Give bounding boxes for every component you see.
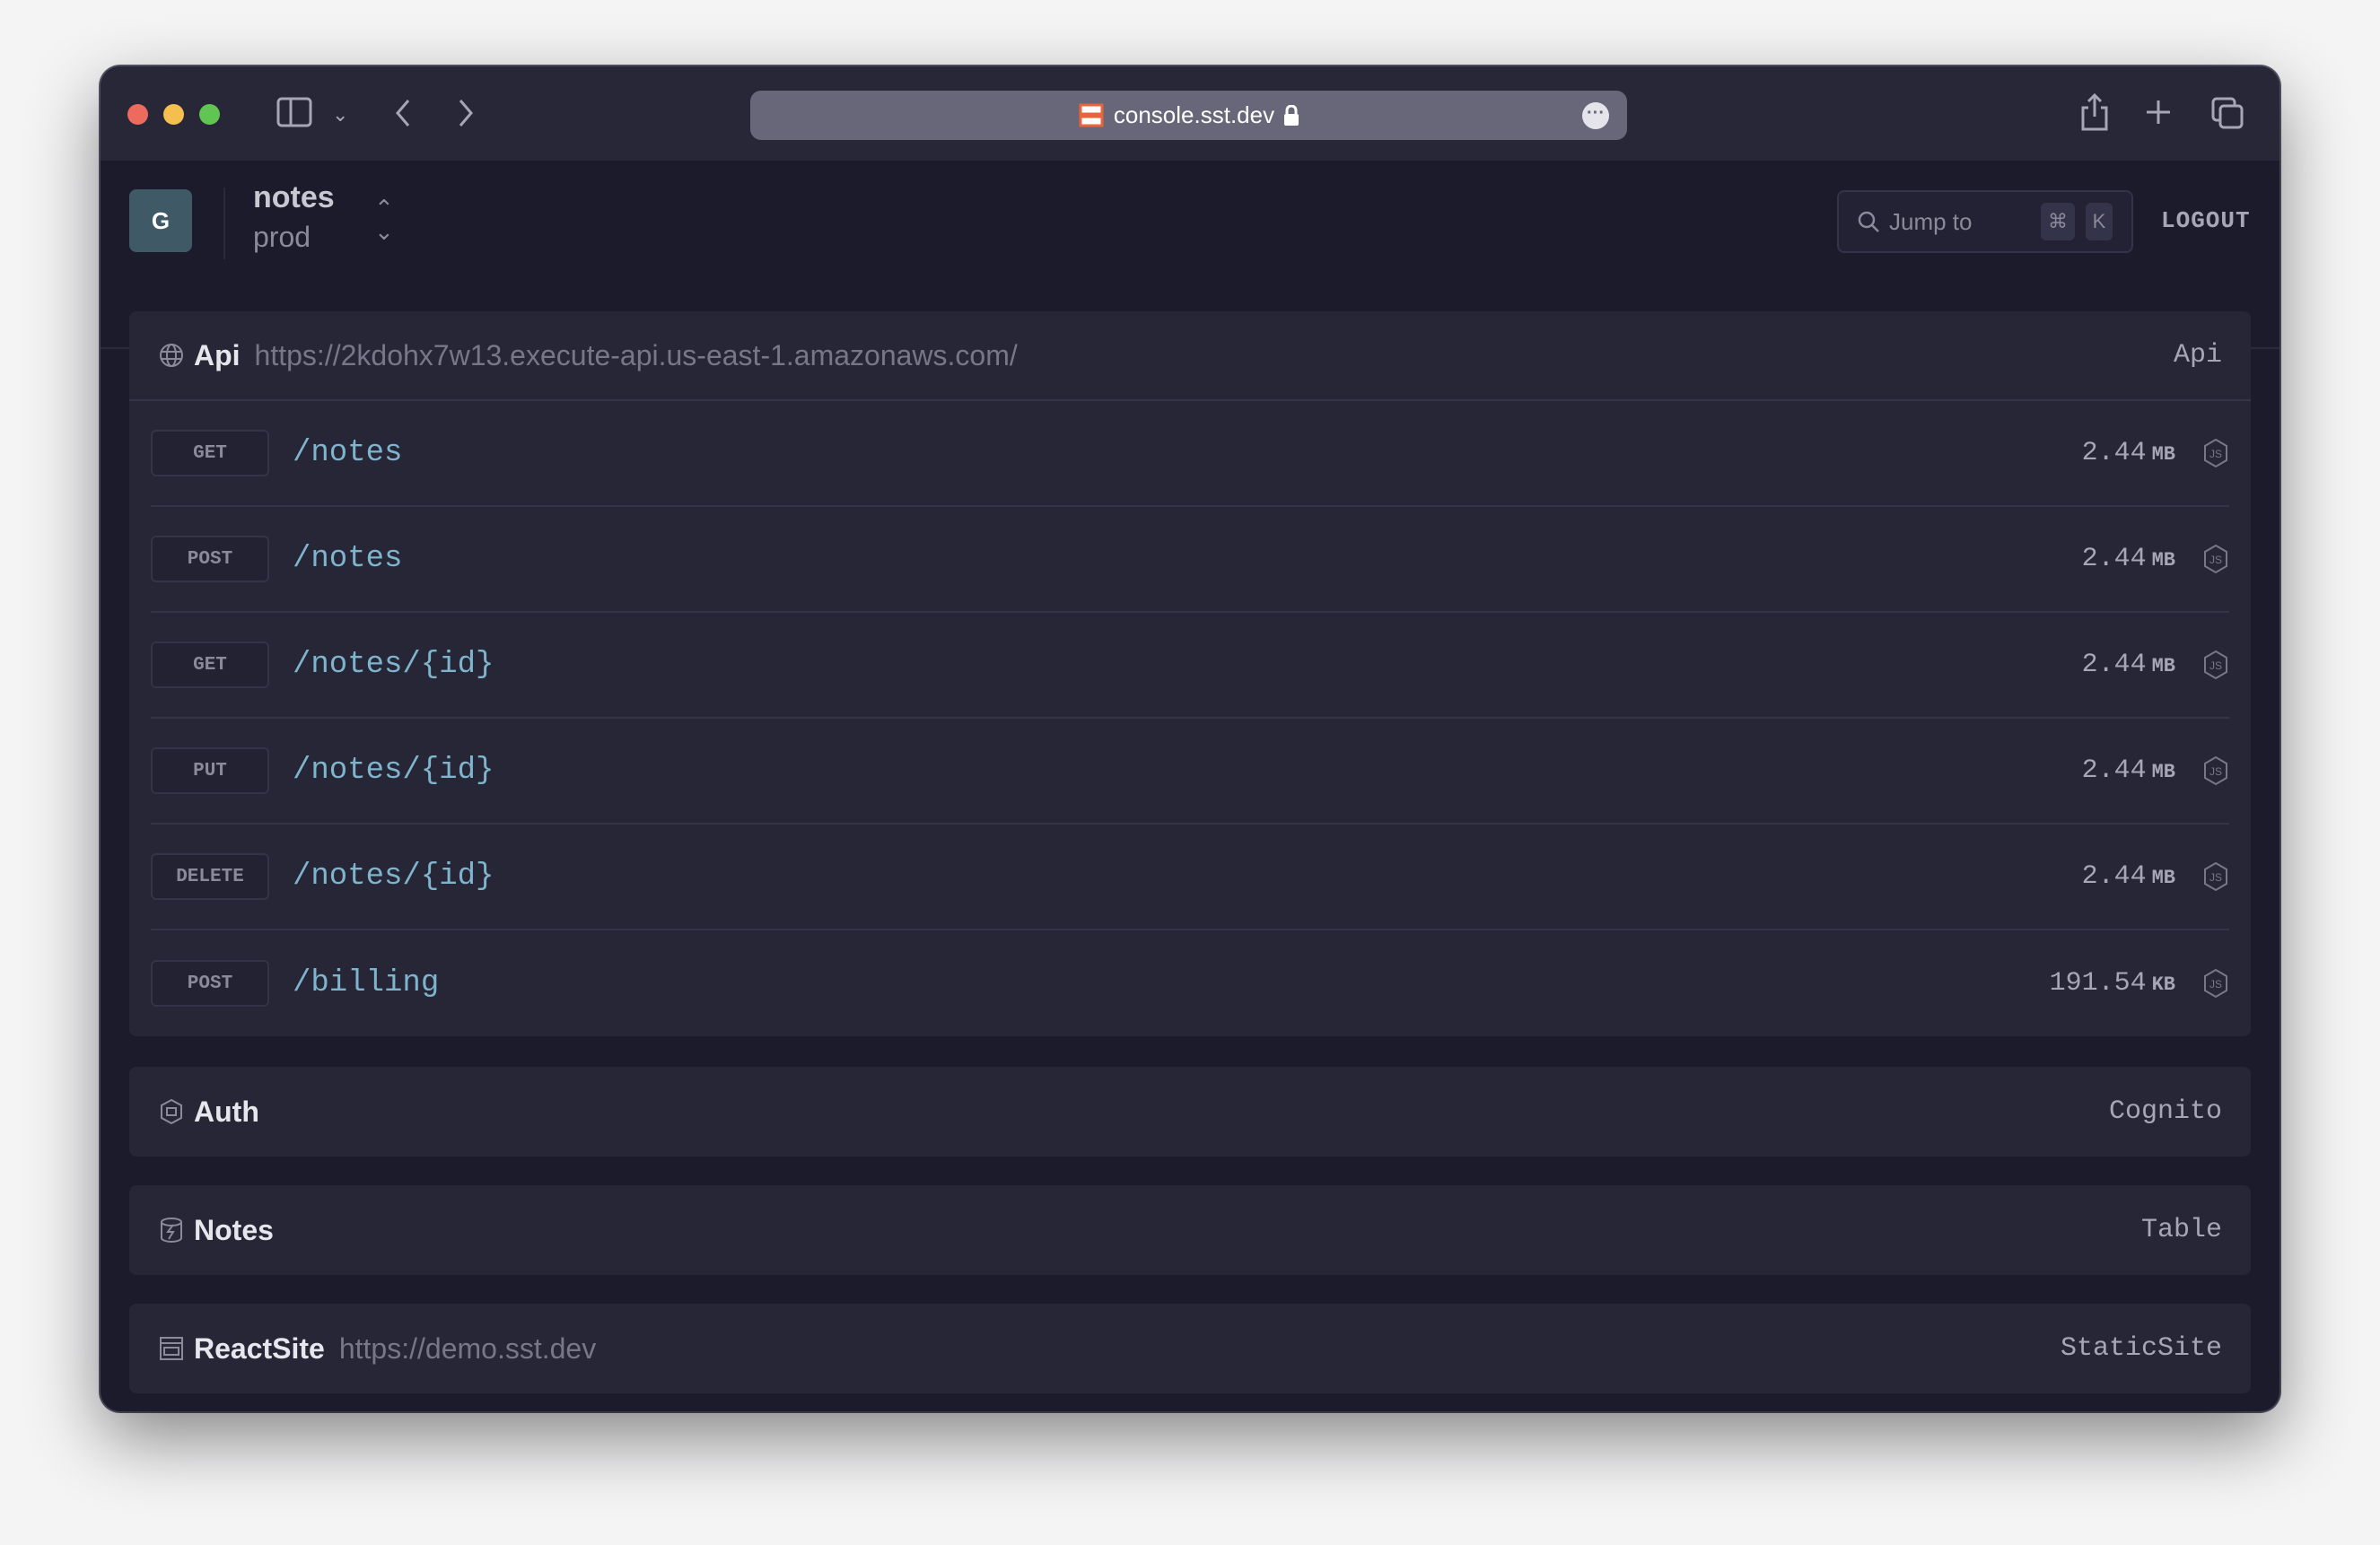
svg-text:JS: JS bbox=[2209, 659, 2222, 672]
search-icon bbox=[1858, 211, 1879, 232]
cmd-key-hint: ⌘ bbox=[2041, 203, 2075, 240]
bundle-size: 2.44 MB bbox=[2082, 861, 2175, 892]
bundle-size-value: 2.44 bbox=[2081, 650, 2147, 680]
bundle-size-unit: MB bbox=[2151, 761, 2175, 783]
notes-title: Notes bbox=[194, 1213, 274, 1246]
notes-card-header: Notes Table bbox=[129, 1185, 2251, 1275]
notes-type: Table bbox=[2140, 1215, 2222, 1245]
bundle-size-unit: MB bbox=[2151, 443, 2175, 466]
browser-titlebar: ⌄ console.sst.dev ··· bbox=[101, 66, 2279, 161]
nodejs-icon: JS bbox=[2204, 438, 2227, 468]
http-method-badge: DELETE bbox=[151, 853, 269, 900]
sidebar-toggle-icon[interactable] bbox=[276, 97, 312, 127]
bundle-size-value: 2.44 bbox=[2081, 544, 2147, 574]
maximize-window-button[interactable] bbox=[199, 104, 220, 125]
bundle-size: 2.44 MB bbox=[2082, 650, 2175, 680]
sst-logo-icon bbox=[1079, 103, 1104, 127]
route-row[interactable]: DELETE /notes/{id} 2.44 MB JS bbox=[151, 825, 2229, 930]
divider bbox=[223, 188, 225, 259]
share-icon[interactable] bbox=[2079, 93, 2110, 131]
route-path[interactable]: /notes bbox=[293, 436, 402, 470]
route-path[interactable]: /billing bbox=[293, 966, 439, 1000]
auth-title: Auth bbox=[194, 1095, 259, 1128]
svg-text:JS: JS bbox=[2209, 448, 2222, 460]
http-method-badge: GET bbox=[151, 430, 269, 476]
route-row[interactable]: GET /notes 2.44 MB JS bbox=[151, 401, 2229, 507]
reactsite-title: ReactSite bbox=[194, 1331, 325, 1365]
nodejs-icon: JS bbox=[2204, 755, 2227, 786]
address-bar[interactable]: console.sst.dev ··· bbox=[750, 91, 1627, 140]
reactsite-card-header: ReactSite https://demo.sst.dev StaticSit… bbox=[129, 1304, 2251, 1393]
bundle-size: 191.54 KB bbox=[2050, 968, 2175, 999]
minimize-window-button[interactable] bbox=[163, 104, 184, 125]
bundle-size-value: 2.44 bbox=[2081, 438, 2147, 468]
api-url-link[interactable]: https://2kdohx7w13.execute-api.us-east-1… bbox=[255, 339, 1018, 372]
svg-text:JS: JS bbox=[2209, 978, 2222, 991]
svg-text:JS: JS bbox=[2209, 871, 2222, 884]
more-options-icon[interactable]: ··· bbox=[1582, 102, 1609, 129]
url-text: console.sst.dev bbox=[1113, 101, 1275, 128]
route-path[interactable]: /notes bbox=[293, 542, 402, 576]
route-row[interactable]: POST /notes 2.44 MB JS bbox=[151, 507, 2229, 613]
close-window-button[interactable] bbox=[127, 104, 148, 125]
stage-name[interactable]: prod bbox=[253, 221, 311, 254]
jump-to-placeholder: Jump to bbox=[1889, 207, 1973, 235]
browser-window: ⌄ console.sst.dev ··· G notes prod ⌃ ⌄ Ju… bbox=[101, 66, 2279, 1411]
forward-icon[interactable] bbox=[455, 97, 477, 129]
tabs-overview-icon[interactable] bbox=[2211, 97, 2244, 129]
auth-card: Auth Cognito bbox=[129, 1067, 2251, 1157]
back-icon[interactable] bbox=[392, 97, 414, 129]
svg-text:JS: JS bbox=[2209, 765, 2222, 778]
route-row[interactable]: PUT /notes/{id} 2.44 MB JS bbox=[151, 719, 2229, 825]
bundle-size-value: 2.44 bbox=[2081, 861, 2147, 892]
nodejs-icon: JS bbox=[2204, 861, 2227, 892]
api-type: Api bbox=[2173, 340, 2222, 371]
reactsite-card: ReactSite https://demo.sst.dev StaticSit… bbox=[129, 1304, 2251, 1393]
workspace-avatar[interactable]: G bbox=[129, 189, 192, 252]
bundle-size-unit: KB bbox=[2151, 973, 2175, 996]
bundle-size-value: 2.44 bbox=[2081, 755, 2147, 786]
k-key-hint: K bbox=[2086, 203, 2113, 240]
auth-type: Cognito bbox=[2108, 1096, 2222, 1127]
route-row[interactable]: GET /notes/{id} 2.44 MB JS bbox=[151, 613, 2229, 719]
api-card-header: Api https://2kdohx7w13.execute-api.us-ea… bbox=[129, 311, 2251, 401]
nodejs-icon: JS bbox=[2204, 968, 2227, 999]
stage-switcher-icon[interactable]: ⌃ ⌄ bbox=[374, 196, 394, 243]
bundle-size-unit: MB bbox=[2151, 655, 2175, 677]
bundle-size: 2.44 MB bbox=[2082, 438, 2175, 468]
chevron-down-icon[interactable]: ⌄ bbox=[332, 97, 348, 133]
bundle-size: 2.44 MB bbox=[2082, 544, 2175, 574]
api-title: Api bbox=[194, 338, 241, 371]
nodejs-icon: JS bbox=[2204, 650, 2227, 680]
route-path[interactable]: /notes/{id} bbox=[293, 860, 494, 894]
globe-icon bbox=[160, 344, 183, 367]
api-card: Api https://2kdohx7w13.execute-api.us-ea… bbox=[129, 311, 2251, 1036]
route-list: GET /notes 2.44 MB JS POST /notes 2.44 MB J… bbox=[129, 401, 2251, 1036]
jump-to-search[interactable]: Jump to ⌘ K bbox=[1837, 190, 2133, 253]
lock-icon bbox=[1284, 104, 1299, 126]
dynamodb-table-icon bbox=[161, 1218, 182, 1244]
http-method-badge: PUT bbox=[151, 747, 269, 794]
nodejs-icon: JS bbox=[2204, 544, 2227, 574]
http-method-badge: POST bbox=[151, 960, 269, 1007]
http-method-badge: GET bbox=[151, 642, 269, 688]
route-row[interactable]: POST /billing 191.54 KB JS bbox=[151, 930, 2229, 1036]
cognito-icon bbox=[161, 1098, 182, 1125]
route-path[interactable]: /notes/{id} bbox=[293, 648, 494, 682]
route-path[interactable]: /notes/{id} bbox=[293, 754, 494, 788]
bundle-size-unit: MB bbox=[2151, 867, 2175, 889]
browser-window-icon bbox=[160, 1337, 183, 1360]
logout-button[interactable]: LOGOUT bbox=[2161, 207, 2251, 234]
bundle-size: 2.44 MB bbox=[2082, 755, 2175, 786]
auth-card-header: Auth Cognito bbox=[129, 1067, 2251, 1157]
svg-text:JS: JS bbox=[2209, 554, 2222, 566]
http-method-badge: POST bbox=[151, 536, 269, 582]
new-tab-icon[interactable] bbox=[2145, 99, 2172, 126]
bundle-size-value: 191.54 bbox=[2049, 968, 2147, 999]
notes-card: Notes Table bbox=[129, 1185, 2251, 1275]
reactsite-url-link[interactable]: https://demo.sst.dev bbox=[339, 1332, 596, 1366]
bundle-size-unit: MB bbox=[2151, 549, 2175, 572]
reactsite-type: StaticSite bbox=[2060, 1333, 2222, 1364]
app-name[interactable]: notes bbox=[253, 180, 335, 215]
